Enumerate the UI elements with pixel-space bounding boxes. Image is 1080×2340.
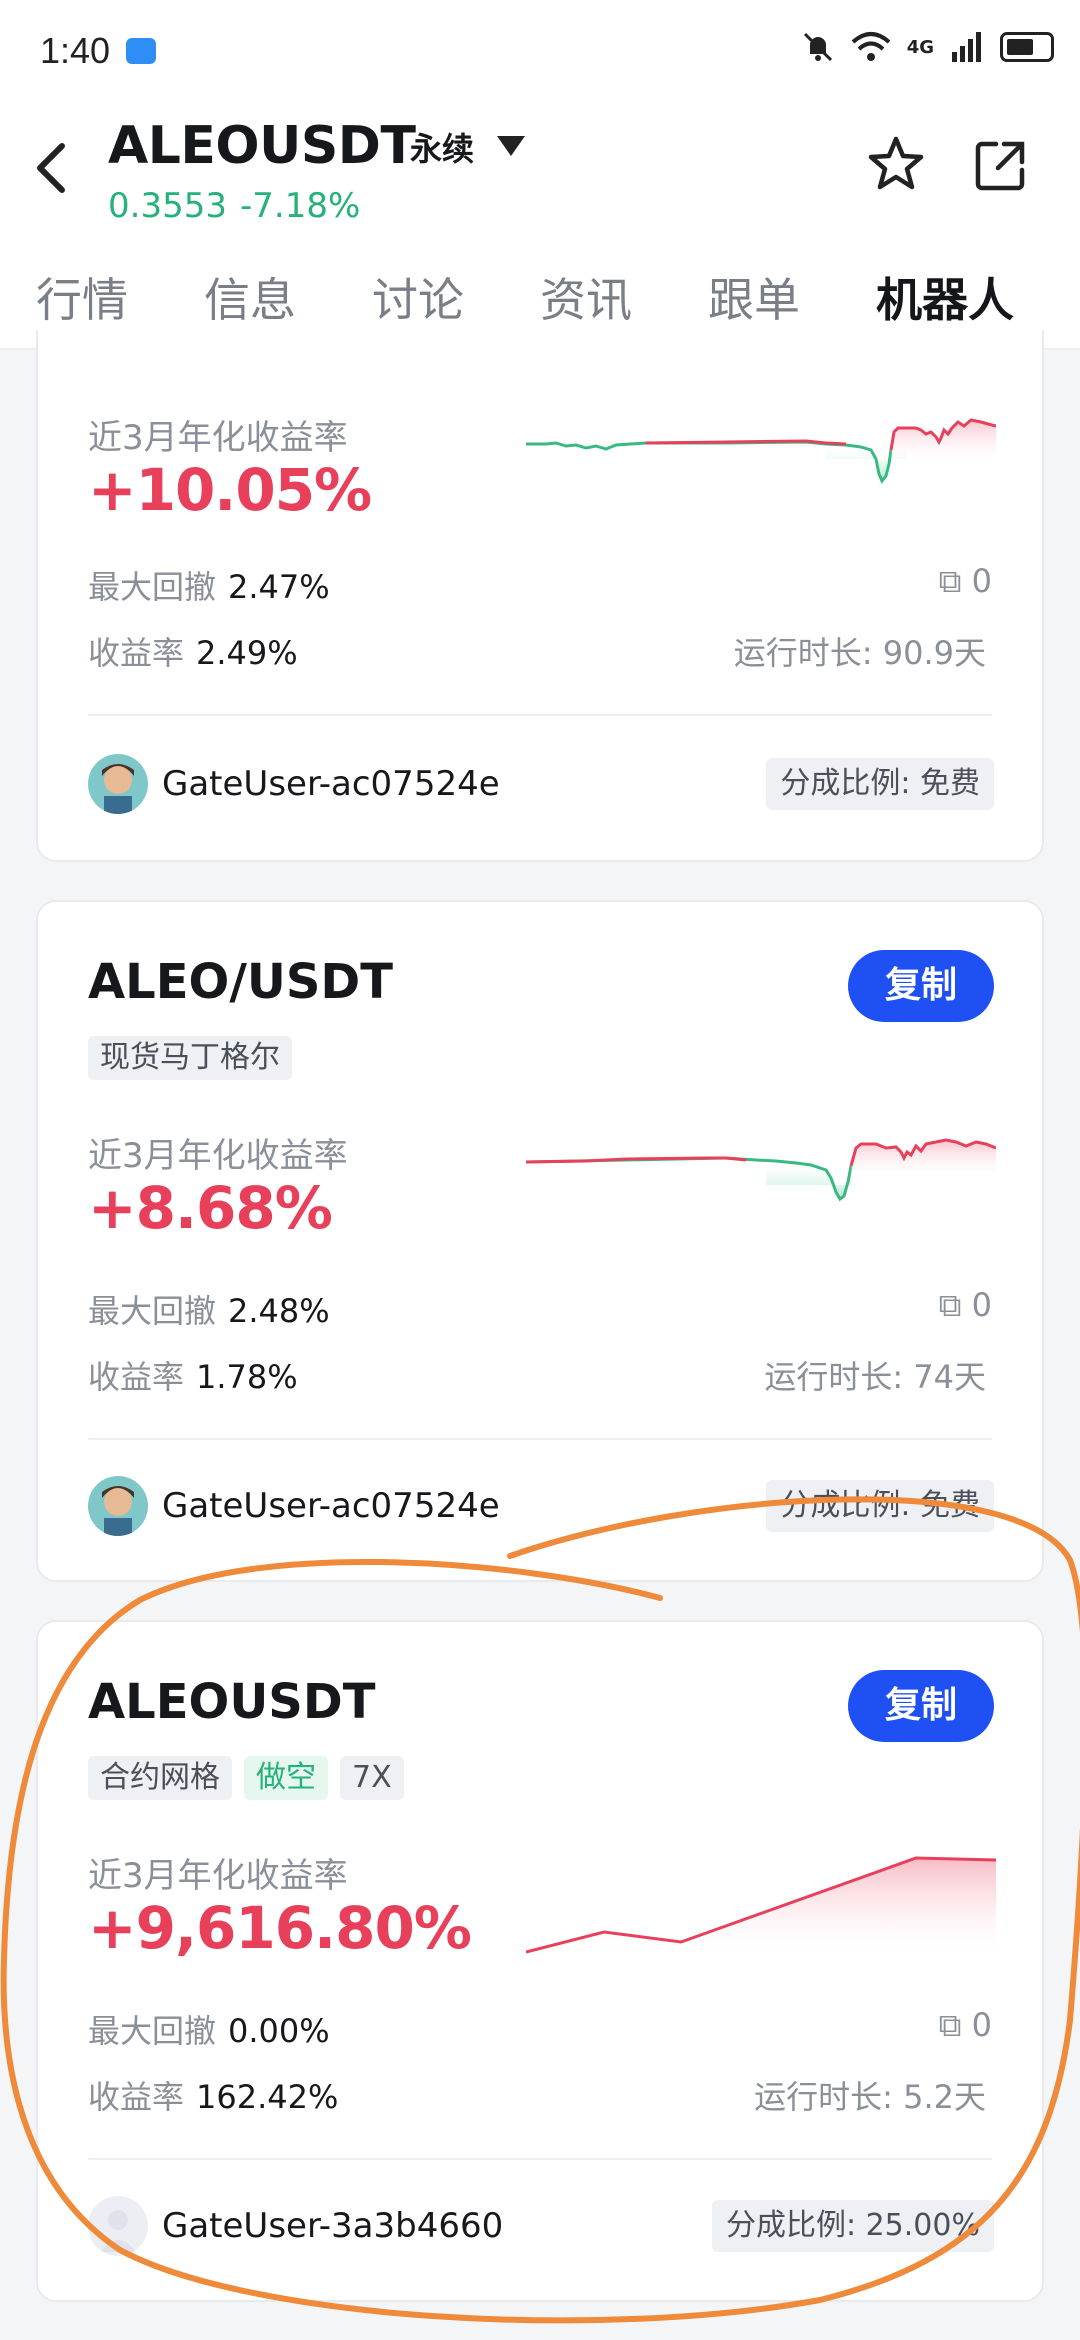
copy-count-value: 0 bbox=[971, 1286, 992, 1324]
network-label: 4G bbox=[906, 36, 934, 58]
copy-count: ⧉ 0 bbox=[939, 2006, 992, 2045]
cloud-icon bbox=[126, 38, 156, 64]
max-drawdown-value: 0.00% bbox=[228, 2012, 330, 2050]
copy-count: ⧉ 0 bbox=[939, 1286, 992, 1325]
caret-down-icon[interactable] bbox=[497, 136, 525, 156]
annual-return-label: 近3月年化收益率 bbox=[88, 418, 348, 458]
bot-card[interactable]: ALEO/USDT 复制 现货马丁格尔 近3月年化收益率 +8.68% 最大回撤… bbox=[36, 900, 1044, 1582]
tab-market[interactable]: 行情 bbox=[36, 264, 128, 330]
copy-count-value: 0 bbox=[971, 562, 992, 600]
battery-icon bbox=[1000, 32, 1054, 62]
header: ALEOUSDT 永续 0.3553 -7.18% 行情 信息 讨论 资讯 跟单… bbox=[0, 100, 1080, 350]
symbol-title[interactable]: ALEOUSDT bbox=[108, 116, 416, 176]
bot-title: ALEOUSDT bbox=[88, 1674, 376, 1730]
direction-tag: 做空 bbox=[244, 1756, 328, 1800]
return-sparkline bbox=[526, 418, 996, 484]
return-rate: 收益率 1.78% bbox=[88, 1352, 298, 1398]
tab-bots[interactable]: 机器人 bbox=[876, 264, 1014, 330]
runtime: 运行时长: 90.9天 bbox=[733, 634, 986, 672]
strategy-tag: 现货马丁格尔 bbox=[88, 1036, 292, 1080]
signal-icon bbox=[952, 32, 981, 62]
avatar[interactable] bbox=[88, 754, 148, 814]
copy-button[interactable]: 复制 bbox=[848, 1670, 994, 1742]
wifi-icon bbox=[851, 32, 891, 61]
max-drawdown: 最大回撤 0.00% bbox=[88, 2006, 330, 2052]
leverage-tag: 7X bbox=[340, 1756, 404, 1800]
last-price: 0.3553 bbox=[108, 186, 227, 226]
copy-button[interactable]: 复制 bbox=[848, 950, 994, 1022]
copy-count-icon: ⧉ bbox=[938, 1286, 972, 1324]
user-name[interactable]: GateUser-3a3b4660 bbox=[162, 2206, 503, 2246]
avatar[interactable] bbox=[88, 1476, 148, 1536]
annual-return-value: +9,616.80% bbox=[88, 1894, 472, 1962]
tab-copy-trading[interactable]: 跟单 bbox=[708, 264, 800, 330]
share-ratio-badge: 分成比例: 免费 bbox=[766, 758, 994, 810]
card-divider bbox=[88, 1438, 992, 1440]
copy-count-icon: ⧉ bbox=[938, 2006, 972, 2044]
max-drawdown-label: 最大回撤 bbox=[88, 2012, 217, 2050]
status-bar: 1:40 4G bbox=[0, 0, 1080, 100]
return-rate-value: 162.42% bbox=[196, 2078, 339, 2116]
star-icon[interactable] bbox=[866, 134, 926, 194]
max-drawdown-label: 最大回撤 bbox=[88, 568, 217, 606]
share-ratio-badge: 分成比例: 免费 bbox=[766, 1480, 994, 1532]
runtime: 运行时长: 74天 bbox=[764, 1358, 986, 1396]
bot-card[interactable]: ALEOUSDT 复制 合约网格 做空 7X 近3月年化收益率 +9,616.80%… bbox=[36, 1620, 1044, 2302]
runtime: 运行时长: 5.2天 bbox=[754, 2078, 986, 2116]
tab-info[interactable]: 信息 bbox=[204, 264, 296, 330]
back-button[interactable] bbox=[32, 140, 82, 193]
max-drawdown-value: 2.48% bbox=[228, 1292, 330, 1330]
copy-count-value: 0 bbox=[971, 2006, 992, 2044]
user-name[interactable]: GateUser-ac07524e bbox=[162, 764, 500, 804]
strategy-tags: 现货马丁格尔 bbox=[88, 1036, 304, 1080]
return-rate-value: 1.78% bbox=[196, 1358, 298, 1396]
return-sparkline bbox=[526, 1138, 996, 1202]
return-rate-label: 收益率 bbox=[88, 634, 185, 672]
bot-card[interactable]: 近3月年化收益率 +10.05% 最大回撤 2.47% ⧉ 0 收益率 2.49% … bbox=[36, 330, 1044, 862]
return-rate-value: 2.49% bbox=[196, 634, 298, 672]
card-divider bbox=[88, 714, 992, 716]
return-rate-label: 收益率 bbox=[88, 2078, 185, 2116]
share-icon[interactable] bbox=[972, 138, 1028, 194]
max-drawdown: 最大回撤 2.47% bbox=[88, 562, 330, 608]
annual-return-value: +10.05% bbox=[88, 456, 372, 524]
bot-title: ALEO/USDT bbox=[88, 954, 393, 1010]
share-ratio-badge: 分成比例: 25.00% bbox=[711, 2200, 994, 2252]
card-divider bbox=[88, 2158, 992, 2160]
max-drawdown-label: 最大回撤 bbox=[88, 1292, 217, 1330]
annual-return-value: +8.68% bbox=[88, 1174, 333, 1242]
status-time: 1:40 bbox=[40, 30, 111, 71]
return-rate: 收益率 162.42% bbox=[88, 2072, 338, 2118]
contract-type[interactable]: 永续 bbox=[410, 124, 474, 170]
return-sparkline bbox=[526, 1856, 996, 1960]
mute-icon bbox=[803, 32, 832, 62]
annual-return-label: 近3月年化收益率 bbox=[88, 1136, 348, 1176]
max-drawdown-value: 2.47% bbox=[228, 568, 330, 606]
avatar[interactable] bbox=[88, 2196, 148, 2256]
tab-discussion[interactable]: 讨论 bbox=[372, 264, 464, 330]
status-icons: 4G bbox=[801, 30, 1054, 64]
max-drawdown: 最大回撤 2.48% bbox=[88, 1286, 330, 1332]
price-change: -7.18% bbox=[240, 186, 361, 226]
user-name[interactable]: GateUser-ac07524e bbox=[162, 1486, 500, 1526]
return-rate: 收益率 2.49% bbox=[88, 628, 298, 674]
chevron-left-icon bbox=[37, 143, 65, 193]
copy-count: ⧉ 0 bbox=[939, 562, 992, 601]
tab-news[interactable]: 资讯 bbox=[540, 264, 632, 330]
annual-return-label: 近3月年化收益率 bbox=[88, 1856, 348, 1896]
strategy-tags: 合约网格 做空 7X bbox=[88, 1756, 416, 1800]
strategy-tag: 合约网格 bbox=[88, 1756, 232, 1800]
return-rate-label: 收益率 bbox=[88, 1358, 185, 1396]
copy-count-icon: ⧉ bbox=[938, 562, 972, 600]
